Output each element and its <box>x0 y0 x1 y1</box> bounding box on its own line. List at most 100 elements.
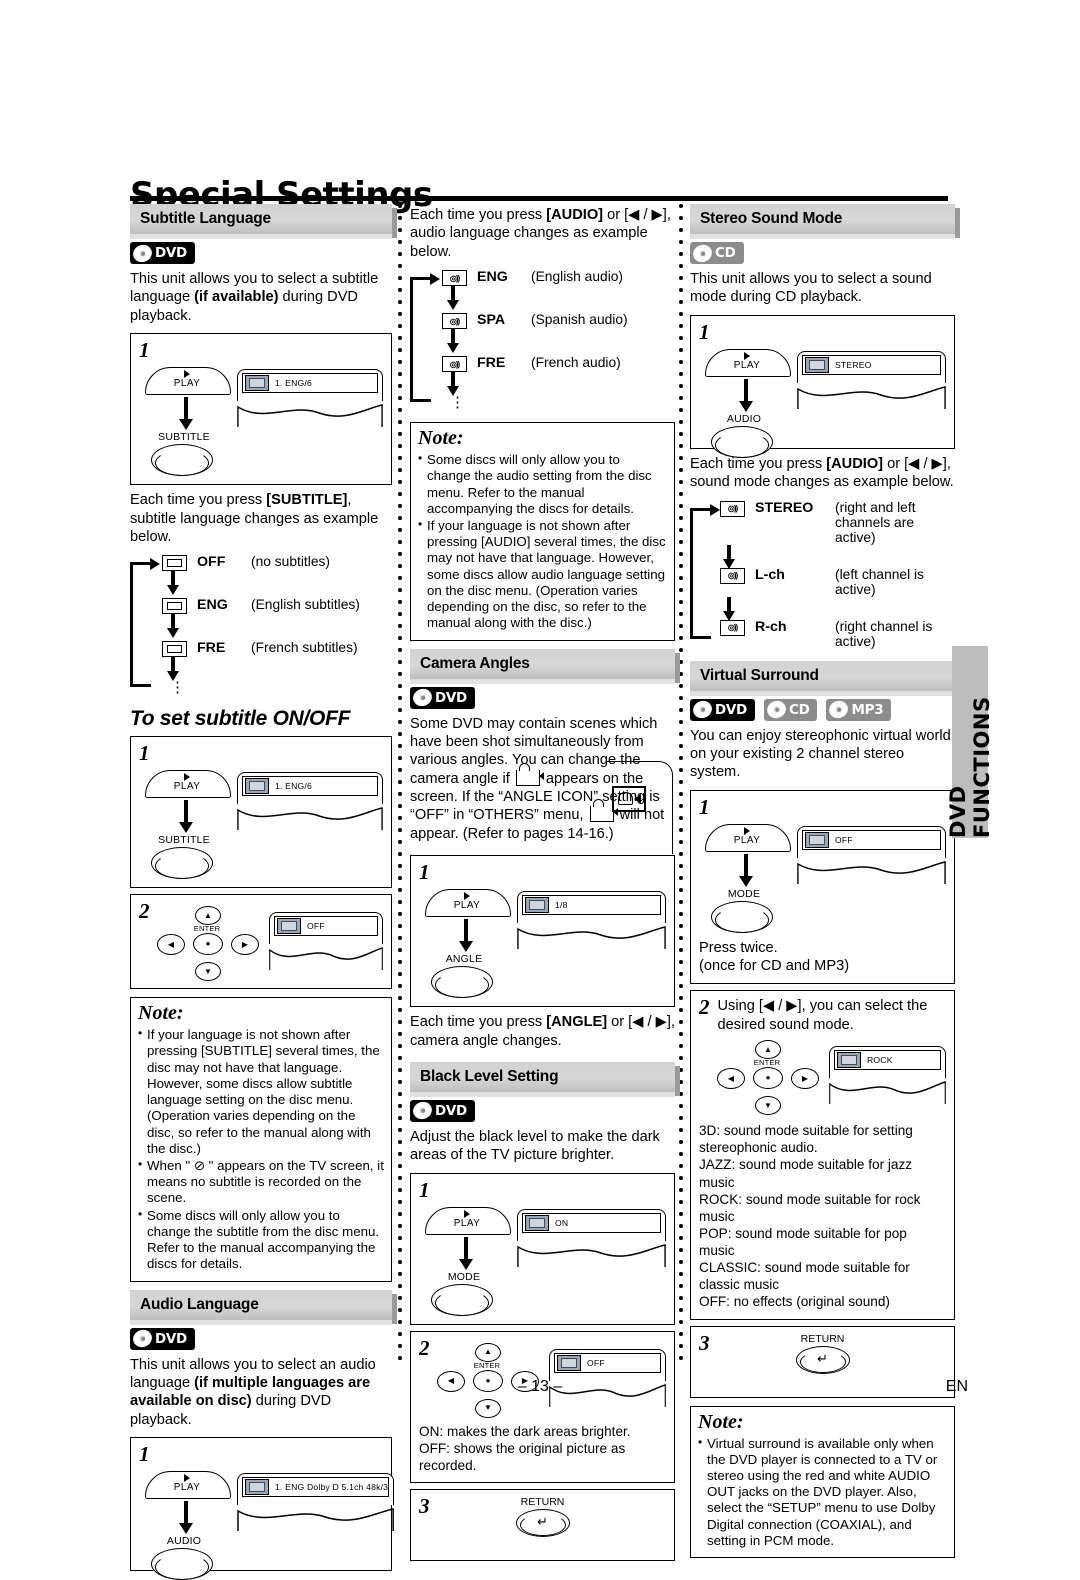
play-key[interactable]: PLAY <box>425 1201 511 1235</box>
step-box-audio-1: 1 PLAY AUDIO 1. ENG Dolby D 5.1ch 48k/3 <box>130 1437 395 1580</box>
cycle-item: ◎)) SPA (Spanish audio) <box>436 312 675 330</box>
play-triangle-icon <box>464 892 470 901</box>
enter-key[interactable]: ● <box>753 1067 783 1090</box>
osd-text: 1/8 <box>555 900 568 911</box>
step-box-black-2: 2 ▲ ENTER ● ◀ ▶ ▼ OFF ON: makes the dark… <box>410 1330 675 1484</box>
left-arrow-key[interactable]: ◀ <box>717 1068 745 1090</box>
arrow-pad[interactable]: ▲ ENTER ● ◀ ▶ ▼ <box>713 1040 821 1116</box>
camera-icon <box>515 762 544 786</box>
column-separator-left <box>398 204 402 1364</box>
manual-page: Special Settings Subtitle Language DVD T… <box>0 0 1080 1580</box>
media-badges: CD <box>690 241 955 265</box>
play-key[interactable]: PLAY <box>145 361 231 396</box>
osd-text: 1. ENG/6 <box>275 781 312 792</box>
step-number: 1 <box>699 319 710 344</box>
cycle-ellipsis: ⋮ <box>170 679 185 697</box>
subtitle-key-label: SUBTITLE <box>158 431 210 444</box>
cycle-item: ◎)) R-ch (right channel is active) <box>714 619 955 649</box>
arrow-pad[interactable]: ▲ ENTER ● ◀ ▶ ▼ <box>153 906 261 982</box>
sound-mode-item: POP: sound mode suitable for pop music <box>699 1225 907 1258</box>
up-arrow-key[interactable]: ▲ <box>475 1342 501 1362</box>
mode-key-label: MODE <box>727 887 761 900</box>
badge-label: DVD <box>715 701 747 718</box>
badge-mp3: MP3 <box>826 698 892 721</box>
step-box-vs-1: 1 PLAY MODE OFF Press twice. (once for C… <box>690 789 955 985</box>
step-number: 1 <box>139 1442 150 1467</box>
tv-screen-wave <box>797 860 946 884</box>
audio-key[interactable] <box>151 1548 213 1580</box>
left-arrow-key[interactable]: ◀ <box>157 934 185 956</box>
angle-osd-icon <box>525 897 549 914</box>
subtitle-language-intro: This unit allows you to select a subtitl… <box>130 270 392 325</box>
return-arrow-icon: ↵ <box>537 1514 548 1530</box>
osd-display: 1. ENG Dolby D 5.1ch 48k/3 <box>237 1473 395 1532</box>
section-title: Audio Language <box>140 1295 259 1313</box>
enter-label: ENTER <box>193 924 221 934</box>
tv-screen-wave <box>237 1508 394 1532</box>
disc-icon <box>690 241 715 265</box>
right-arrow-key[interactable]: ▶ <box>231 934 259 956</box>
note-item: When " ⊘ " appears on the TV screen, it … <box>138 1157 384 1207</box>
subtitle-key[interactable] <box>151 444 213 477</box>
tv-screen-wave <box>237 404 383 428</box>
badge-label: CD <box>788 701 810 718</box>
note-item: If your language is not shown after pres… <box>138 1026 384 1157</box>
cycle-arrow-icon <box>723 596 735 621</box>
mode-key[interactable] <box>431 1283 493 1316</box>
down-arrow-icon <box>179 397 193 431</box>
play-key[interactable]: PLAY <box>145 764 231 799</box>
disc-icon <box>690 698 715 721</box>
tv-screen-wave <box>269 947 383 971</box>
play-triangle-icon <box>464 1209 470 1218</box>
step-number: 1 <box>419 1177 430 1202</box>
note-item: Virtual surround is available only when … <box>698 1435 947 1550</box>
badge-dvd: DVD <box>410 1099 475 1123</box>
osd-display: 1. ENG/6 <box>237 772 383 831</box>
audio-key-label: AUDIO <box>166 1535 202 1548</box>
down-arrow-key[interactable]: ▼ <box>755 1096 781 1116</box>
up-arrow-key[interactable]: ▲ <box>195 906 221 926</box>
return-key-group[interactable]: RETURN ↵ <box>792 1333 854 1374</box>
mode-key[interactable] <box>711 900 773 933</box>
up-arrow-key[interactable]: ▲ <box>755 1040 781 1060</box>
osd-display: 1/8 <box>517 891 666 950</box>
down-arrow-key[interactable]: ▼ <box>195 962 221 982</box>
angle-key[interactable] <box>431 966 493 999</box>
black-level-osd-icon <box>525 1214 549 1231</box>
play-key[interactable]: PLAY <box>145 1465 231 1500</box>
mode-key-label: MODE <box>447 1270 481 1283</box>
language-mark: EN <box>945 1378 968 1395</box>
badge-dvd: DVD <box>130 1327 195 1350</box>
down-arrow-icon <box>739 378 753 413</box>
subtitle-key[interactable] <box>151 847 213 880</box>
return-key-group[interactable]: RETURN ↵ <box>512 1496 574 1538</box>
play-key[interactable]: PLAY <box>705 818 791 852</box>
side-tab-dvd-functions: DVD FUNCTIONS <box>946 646 994 838</box>
return-key[interactable]: ↵ <box>515 1509 570 1538</box>
sound-mode-item: 3D: sound mode suitable for setting ster… <box>699 1123 944 1156</box>
play-key[interactable]: PLAY <box>425 883 511 918</box>
audio-icon: ◎)) <box>442 356 467 373</box>
media-badges: DVD <box>410 1099 675 1123</box>
angle-press-text: Each time you press [ANGLE] or [◀ / ▶], … <box>410 1014 675 1049</box>
audio-key-label: AUDIO <box>726 412 762 425</box>
osd-display: STEREO <box>797 350 946 409</box>
return-key[interactable]: ↵ <box>795 1345 850 1374</box>
vs-press-note-2: (once for CD and MP3) <box>699 958 850 974</box>
osd-text: STEREO <box>835 359 872 370</box>
osd-display: ON <box>517 1208 666 1267</box>
enter-key[interactable]: ● <box>193 933 223 956</box>
section-header-subtitle-language: Subtitle Language <box>130 204 397 239</box>
osd-text: 1. ENG/6 <box>275 378 312 389</box>
badge-label: DVD <box>155 245 187 261</box>
step-number: 1 <box>699 794 710 819</box>
step-box-black-3: 3 RETURN ↵ <box>410 1489 675 1562</box>
right-arrow-key[interactable]: ▶ <box>791 1068 819 1090</box>
media-badges: DVD CD MP3 <box>690 698 955 721</box>
audio-icon: ◎)) <box>720 567 745 584</box>
audio-key[interactable] <box>711 425 773 458</box>
vs-press-note-1: Press twice. <box>699 939 778 956</box>
down-arrow-key[interactable]: ▼ <box>475 1398 501 1418</box>
play-key[interactable]: PLAY <box>705 343 791 377</box>
badge-label: DVD <box>435 1102 467 1119</box>
